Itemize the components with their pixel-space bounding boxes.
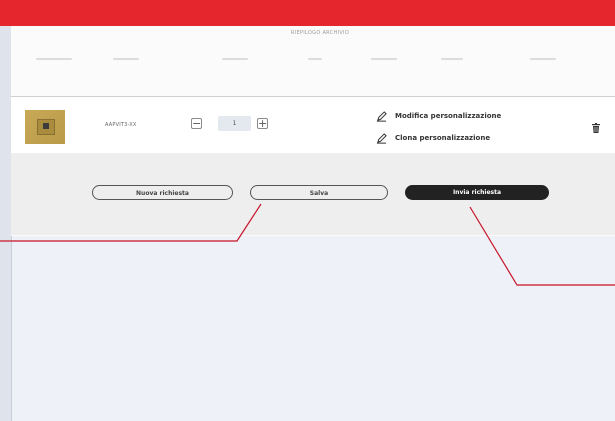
clone-customization-action[interactable]: Clona personalizzazione (376, 132, 490, 144)
edit-customization-action[interactable]: Modifica personalizzazione (376, 110, 501, 122)
column-header (222, 58, 248, 60)
product-sku: AAPVIT3-XX (105, 122, 137, 128)
table-row: AAPVIT3-XX − 1 + Modifica personalizzazi… (11, 97, 615, 153)
top-header-bar (0, 0, 615, 26)
trash-icon[interactable] (592, 123, 600, 133)
pencil-icon (376, 110, 387, 122)
new-request-button[interactable]: Nuova richiesta (92, 185, 233, 200)
quantity-input[interactable]: 1 (218, 116, 251, 131)
column-header (371, 58, 397, 60)
send-request-button[interactable]: Invia richiesta (405, 185, 549, 200)
product-logo-mark (43, 123, 49, 129)
product-thumbnail (25, 110, 65, 144)
column-header (36, 58, 72, 60)
section-title: RIEPILOGO ARCHIVIO (290, 30, 350, 36)
column-header (308, 58, 322, 60)
quantity-increase-button[interactable]: + (257, 118, 268, 129)
column-header (530, 58, 556, 60)
column-header (441, 58, 463, 60)
pencil-icon (376, 132, 387, 144)
edit-customization-label: Modifica personalizzazione (395, 112, 502, 120)
quantity-decrease-button[interactable]: − (191, 118, 202, 129)
save-button[interactable]: Salva (250, 185, 388, 200)
column-header (113, 58, 139, 60)
clone-customization-label: Clona personalizzazione (395, 134, 491, 142)
product-plaque (37, 119, 55, 135)
